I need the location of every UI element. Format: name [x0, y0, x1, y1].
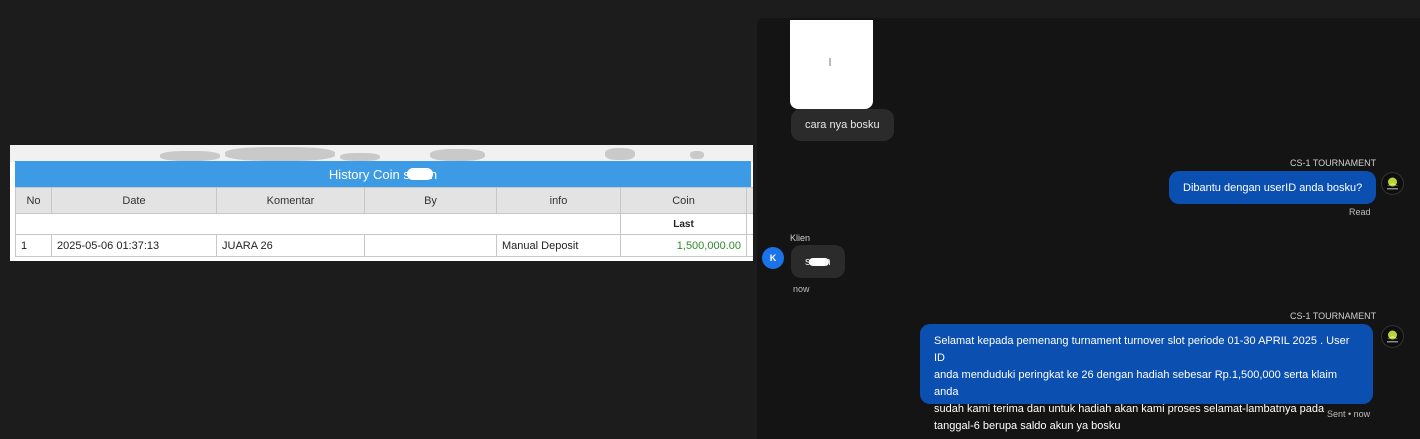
cell-by [364, 234, 497, 257]
outgoing-message-bubble: Selamat kepada pemenang turnament turnov… [920, 324, 1373, 432]
world-map-banner [10, 145, 753, 162]
coin-history-table: No Date Komentar By info Coin Last 1 202… [15, 187, 753, 257]
cell-komentar: JUARA 26 [216, 234, 365, 257]
message-time: now [793, 284, 810, 294]
outgoing-message-bubble: Dibantu dengan userID anda bosku? [1169, 171, 1377, 204]
agent-avatar-icon [1381, 325, 1404, 348]
client-name-label: Klien [790, 233, 811, 243]
cell-coin: 1,500,000.00 [620, 234, 747, 257]
sent-status: Sent • now [1327, 409, 1371, 419]
agent-name-label: CS-1 TOURNAMENT [1290, 158, 1377, 168]
read-status: Read [1349, 207, 1371, 217]
message-line: tanggal-6 berupa saldo akun ya bosku [934, 420, 1121, 432]
image-placeholder-mark [829, 58, 831, 66]
image-attachment[interactable] [790, 20, 873, 109]
sub-header-extra [746, 213, 753, 235]
history-title-suffix: n [429, 166, 438, 182]
agent-name-label: CS-1 TOURNAMENT [1290, 311, 1377, 321]
history-coin-panel: History Coin s n No Date Komentar By info… [10, 145, 753, 261]
column-header-coin[interactable]: Coin [620, 187, 747, 214]
cell-extra [746, 234, 753, 257]
column-header-info[interactable]: info [496, 187, 621, 214]
incoming-message-bubble: sn [791, 245, 845, 278]
history-title-prefix: History Coin s [328, 166, 410, 182]
message-line: Selamat kepada pemenang turnament turnov… [934, 335, 1350, 364]
message-line: sudah kami terima dan untuk hadiah akan … [934, 403, 1325, 415]
cell-no: 1 [15, 234, 52, 257]
history-title-bar: History Coin s n [15, 161, 751, 187]
sub-header-spacer [15, 213, 621, 235]
cell-date: 2025-05-06 01:37:13 [51, 234, 217, 257]
sub-header-last: Last [620, 213, 747, 235]
column-header-komentar[interactable]: Komentar [216, 187, 365, 214]
table-row[interactable]: 1 2025-05-06 01:37:13 JUARA 26 Manual De… [15, 234, 753, 257]
column-header-extra [746, 187, 753, 214]
agent-avatar-icon [1381, 172, 1404, 195]
message-line: anda menduduki peringkat ke 26 dengan ha… [934, 369, 1337, 398]
message-text: Dibantu dengan userID anda bosku? [1183, 181, 1363, 194]
client-avatar: K [762, 247, 784, 269]
column-header-no[interactable]: No [15, 187, 52, 214]
column-header-by[interactable]: By [364, 187, 497, 214]
cell-info: Manual Deposit [496, 234, 621, 257]
column-header-date[interactable]: Date [51, 187, 217, 214]
sub-header-row: Last [15, 213, 753, 235]
message-text-suffix: n [824, 255, 831, 268]
incoming-message-bubble: cara nya bosku [791, 109, 894, 141]
message-text: cara nya bosku [805, 119, 880, 131]
